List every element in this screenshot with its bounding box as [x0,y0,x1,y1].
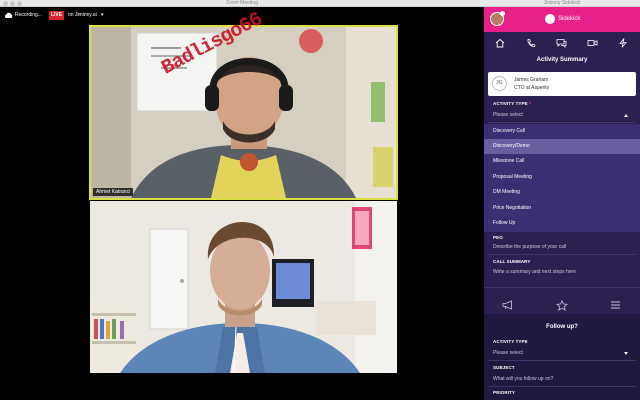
sidekick-window-title: Jiminny Sidekick [543,0,581,6]
participant-name-label: Ahmet Katranci [93,188,134,196]
dropdown-option[interactable]: Follow Up [484,216,640,231]
chevron-up-icon[interactable] [624,114,628,117]
star-icon[interactable] [556,300,568,311]
menu-icon[interactable] [610,300,621,310]
dropdown-option[interactable]: Price Negotiation [484,201,640,216]
zoom-window-title: Zoom Meeting [226,0,258,6]
dropdown-option[interactable]: Proposal Meeting [484,170,640,185]
participant-video-ahmet [91,27,396,198]
field-divider [488,122,636,123]
section-title: Activity Summary [536,57,588,63]
sidekick-logo-text: Sidekick [558,16,581,22]
contact-role: CTO at Asperity [514,85,550,91]
actions-divider [484,287,640,288]
call-summary-input[interactable]: Write a summary and next steps here [493,269,576,275]
live-badge[interactable]: LIVE [49,11,64,20]
contact-name: James Graham [514,77,549,83]
bolt-icon[interactable] [619,38,627,48]
recording-status[interactable]: Recording... [15,12,42,18]
phone-icon[interactable] [526,38,536,48]
follow-up-activity-type-label: ACTIVITY TYPE [493,339,528,344]
follow-up-subject-input[interactable]: What will you follow up on? [493,376,553,382]
dropdown-option[interactable]: Milestone Call [484,154,640,169]
activity-type-label: ACTIVITY TYPE * [493,101,531,106]
call-summary-label: CALL SUMMARY [493,259,531,264]
follow-up-subject-label: SUBJECT [493,365,515,370]
activity-type-dropdown: Discovery Call Discovery/Demo Milestone … [484,124,640,232]
cloud-recording-icon [4,12,13,18]
contact-initials: JG [492,76,507,91]
chevron-down-icon[interactable]: ▾ [101,11,104,20]
field-divider [488,386,636,387]
zoom-titlebar: Zoom Meeting [0,0,484,7]
follow-up-priority-label: PRIORITY [493,390,516,395]
field-divider [488,360,636,361]
home-icon[interactable] [495,38,505,48]
follow-up-section: Follow up? ACTIVITY TYPE Please select S… [484,314,640,400]
follow-up-title: Follow up? [546,324,578,330]
desktop-screen: Zoom Meeting Recording... LIVE on Jiminn… [0,0,640,400]
video-tile-self[interactable] [90,201,397,373]
dropdown-option[interactable]: DM Meeting [484,185,640,200]
sidekick-nav [484,32,640,54]
sidekick-header: Sidekick [484,7,640,32]
required-mark: * [529,101,531,106]
follow-up-activity-type-select[interactable]: Please select [493,350,523,356]
video-icon[interactable] [587,38,598,48]
contact-card[interactable]: JG James Graham CTO at Asperity [488,72,636,96]
purpose-label: PEO [493,235,503,240]
activity-type-label-text: ACTIVITY TYPE [493,101,528,106]
sidekick-logo-icon [545,14,555,24]
live-target[interactable]: on Jiminny.ai [68,11,97,20]
sidekick-titlebar: Jiminny Sidekick [484,0,640,7]
video-tile-active-speaker[interactable]: Ahmet Katranci [89,25,398,200]
chevron-down-icon[interactable] [624,352,628,355]
dropdown-option-selected[interactable]: Discovery/Demo [484,139,640,154]
megaphone-icon[interactable] [502,300,514,310]
participant-video-self [90,201,397,373]
activity-type-select[interactable]: Please select [493,112,523,118]
dropdown-option[interactable]: Discovery Call [484,124,640,139]
chat-icon[interactable] [556,38,567,48]
purpose-input[interactable]: Describe the purpose of your call [493,244,566,250]
status-dot-icon [500,11,505,16]
field-divider [488,254,636,255]
